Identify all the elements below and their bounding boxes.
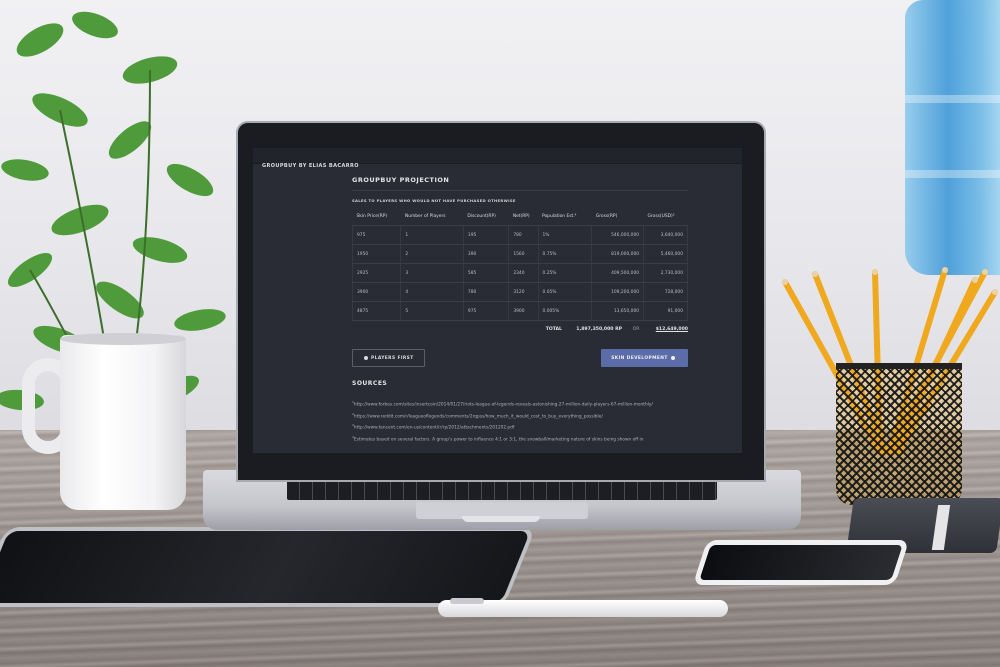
button-row: PLAYERS FIRST SKIN DEVELOPMENT <box>352 349 688 367</box>
table-cell: 1950 <box>351 244 401 264</box>
table-cell: 409,500,000 <box>591 263 644 283</box>
column-header: Net(RP) <box>508 208 538 226</box>
table-cell: 5,460,000 <box>643 244 688 264</box>
table-cell: 0.05% <box>537 282 592 302</box>
table-cell: 546,000,000 <box>591 225 644 245</box>
table-cell: 2340 <box>508 263 538 283</box>
table-cell: 4 <box>400 282 464 302</box>
table-header-row: Skin Price(RP) Number of Players Discount(… <box>352 208 688 226</box>
skin-development-button[interactable]: SKIN DEVELOPMENT <box>601 349 688 367</box>
laptop-screen: GROUPBUY BY ELIAS BACARRO GROUPBUY PROJE… <box>253 148 742 453</box>
sources-title: SOURCES <box>352 380 388 387</box>
table-cell: 2,730,000 <box>643 263 688 283</box>
table-cell: 3900 <box>508 301 538 321</box>
table-cell: 1% <box>537 225 592 245</box>
table-cell: 728,000 <box>643 282 688 302</box>
table-cell: 975 <box>351 225 401 245</box>
players-first-button[interactable]: PLAYERS FIRST <box>352 349 425 367</box>
column-header: Population Est.⁴ <box>538 208 592 226</box>
photo-scene: GROUPBUY BY ELIAS BACARRO GROUPBUY PROJE… <box>0 0 1000 667</box>
table-row: 1950 2 390 1560 0.75% 819,000,000 5,460,000 <box>351 244 688 264</box>
table-cell: 3 <box>400 263 464 283</box>
total-rp: 1,897,350,000 RP <box>576 327 622 332</box>
main-content: GROUPBUY PROJECTION SALES TO PLAYERS WHO… <box>253 176 742 444</box>
table-cell: 13,650,000 <box>591 301 644 321</box>
table-row: 4875 5 975 3900 0.005% 13,650,000 91,000 <box>351 301 688 321</box>
table-cell: 5 <box>400 301 464 321</box>
table-cell: 3120 <box>508 282 538 302</box>
total-or: OR <box>632 327 640 332</box>
table-row: 3900 4 780 3120 0.05% 109,200,000 728,000 <box>351 282 688 302</box>
source-link[interactable]: http://www.forbes.com/sites/insertcoin/2… <box>354 402 653 407</box>
source-link[interactable]: https://www.reddit.com/r/leagueoflegends… <box>354 414 603 419</box>
table-body: 975 1 195 780 1% 546,000,000 3,640,000 1950 2 390… <box>351 225 688 321</box>
water-bottle-ring <box>905 95 1000 103</box>
table-cell: 975 <box>462 301 509 321</box>
table-cell: 585 <box>462 263 509 283</box>
table-cell: 819,000,000 <box>591 244 644 264</box>
water-bottle <box>905 0 1000 275</box>
source-item[interactable]: 2https://www.reddit.com/r/leagueoflegend… <box>352 411 692 421</box>
arrow-left-circle-icon <box>364 356 368 360</box>
projection-table: Skin Price(RP) Number of Players Discount(… <box>351 208 688 321</box>
arrow-right-circle-icon <box>670 356 675 360</box>
table-cell: 780 <box>508 225 538 245</box>
projection-subtitle: SALES TO PLAYERS WHO WOULD NOT HAVE PURC… <box>352 198 516 203</box>
table-cell: 3,640,000 <box>643 225 688 245</box>
column-header: Discount(RP) <box>463 208 509 226</box>
total-row: TOTAL 1,897,350,000 RP OR $12,649,000 <box>352 327 688 332</box>
table-row: 975 1 195 780 1% 546,000,000 3,640,000 <box>351 225 688 245</box>
app-title: GROUPBUY BY ELIAS BACARRO <box>262 163 359 169</box>
tablet <box>0 527 537 607</box>
coffee-mug <box>60 335 186 510</box>
laptop-notch <box>462 516 540 522</box>
table-cell: 4875 <box>351 301 401 321</box>
skin-development-label: SKIN DEVELOPMENT <box>611 355 668 361</box>
table-cell: 0.25% <box>537 263 592 283</box>
source-item[interactable]: 3http://www.tencent.com/en-us/content/ir… <box>352 422 692 432</box>
mug-rim <box>60 333 186 345</box>
table-cell: 1 <box>400 225 464 245</box>
table-cell: 2 <box>400 244 464 264</box>
projection-title: GROUPBUY PROJECTION <box>352 176 688 191</box>
table-row: 2925 3 585 2340 0.25% 409,500,000 2,730,000 <box>351 263 688 283</box>
table-cell: 780 <box>462 282 509 302</box>
water-bottle-ring <box>905 170 1000 178</box>
total-label: TOTAL <box>545 327 562 332</box>
table-cell: 3900 <box>351 282 401 302</box>
pencil-cup <box>836 363 962 505</box>
column-header: Skin Price(RP) <box>352 208 401 226</box>
column-header: Gross(RP) <box>591 208 644 226</box>
table-cell: 0.75% <box>537 244 592 264</box>
app-header: GROUPBUY BY ELIAS BACARRO <box>253 148 742 169</box>
source-item[interactable]: 4Estimates based on several factors. A g… <box>352 434 692 444</box>
table-cell: 109,200,000 <box>591 282 644 302</box>
column-header: Number of Players <box>400 208 464 226</box>
column-header: Gross(USD)⁵ <box>643 208 688 226</box>
table-cell: 91,000 <box>643 301 688 321</box>
source-link[interactable]: Estimates based on several factors. A gr… <box>354 437 644 442</box>
table-cell: 2925 <box>351 263 401 283</box>
smartphone <box>692 540 910 585</box>
total-usd: $12,649,000 <box>655 327 688 332</box>
players-first-label: PLAYERS FIRST <box>371 355 414 361</box>
pen-clip <box>450 598 484 604</box>
sources-list: 1http://www.forbes.com/sites/insertcoin/… <box>352 399 692 444</box>
source-item[interactable]: 1http://www.forbes.com/sites/insertcoin/… <box>352 399 692 409</box>
table-cell: 390 <box>462 244 509 264</box>
table-cell: 195 <box>462 225 509 245</box>
source-link[interactable]: http://www.tencent.com/en-us/content/ir/… <box>354 426 514 431</box>
table-cell: 1560 <box>508 244 538 264</box>
table-cell: 0.005% <box>537 301 592 321</box>
